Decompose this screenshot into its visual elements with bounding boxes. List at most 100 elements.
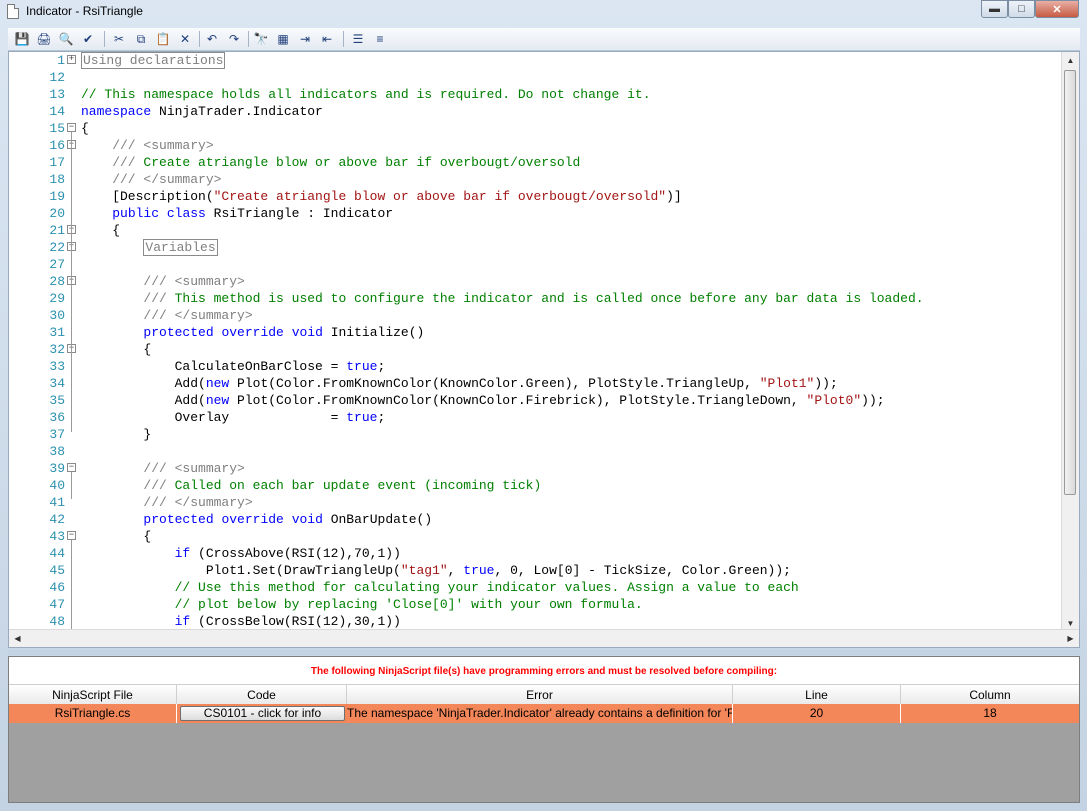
code-line[interactable]: 1 + Using declarations (9, 52, 1063, 69)
keyword: override (221, 325, 284, 340)
code-line[interactable]: 32− { (9, 341, 1063, 358)
copy-icon[interactable]: ⧉ (133, 31, 149, 47)
code-text: Add(new Plot(Color.FromKnownColor(KnownC… (81, 375, 838, 392)
code-line[interactable]: 47 // plot below by replacing 'Close[0]'… (9, 596, 1063, 613)
keyword: true (346, 359, 378, 374)
code-line[interactable]: 12 (9, 69, 1063, 86)
code-line[interactable]: 22+ Variables (9, 239, 1063, 256)
line-number: 29 (49, 291, 65, 306)
code-line[interactable]: 43− { (9, 528, 1063, 545)
column-header-code[interactable]: Code (177, 685, 347, 705)
code-token: Plot(Color.FromKnownColor(KnownColor.Fir… (229, 393, 807, 408)
code-line[interactable]: 27 (9, 256, 1063, 273)
error-line[interactable]: 20 (733, 704, 901, 723)
scroll-left-icon[interactable]: ◀ (9, 630, 26, 647)
column-header-file[interactable]: NinjaScript File (9, 685, 177, 705)
compile-icon[interactable]: ✔ (80, 31, 96, 47)
code-line[interactable]: 36 Overlay = true; (9, 409, 1063, 426)
error-code-button[interactable]: CS0101 - click for info (180, 706, 345, 721)
code-line[interactable]: 30 /// </summary> (9, 307, 1063, 324)
code-token: , (447, 563, 464, 578)
panel-splitter[interactable] (8, 650, 1080, 655)
expand-icon[interactable]: + (67, 55, 76, 64)
save-icon[interactable]: 💾 (14, 31, 30, 47)
print-icon[interactable]: 🖨 (36, 31, 52, 47)
code-line[interactable]: 28− /// <summary> (9, 273, 1063, 290)
code-text: /// </summary> (81, 495, 253, 510)
paste-icon[interactable]: 📋 (155, 31, 171, 47)
cut-icon[interactable]: ✂ (111, 31, 127, 47)
line-number: 47 (49, 597, 65, 612)
code-line[interactable]: 37 } (9, 426, 1063, 443)
close-button[interactable]: ✕ (1035, 0, 1079, 18)
undo-icon[interactable]: ↶ (204, 31, 220, 47)
code-line[interactable]: 15−{ (9, 120, 1063, 137)
collapsed-region-variables[interactable]: Variables (143, 239, 218, 256)
scrollbar-thumb[interactable] (1064, 70, 1076, 495)
column-header-column[interactable]: Column (901, 685, 1079, 705)
minimize-button[interactable]: ▬ (981, 0, 1008, 18)
code-line[interactable]: 38 (9, 443, 1063, 460)
keyword: class (166, 206, 206, 221)
maximize-button[interactable]: □ (1008, 0, 1035, 18)
code-line[interactable]: 42 protected override void OnBarUpdate() (9, 511, 1063, 528)
code-line[interactable]: 46 // Use this method for calculating yo… (9, 579, 1063, 596)
code-line[interactable]: 31 protected override void Initialize() (9, 324, 1063, 341)
find-replace-icon[interactable]: ▦ (275, 31, 291, 47)
outdent-icon[interactable]: ⇤ (319, 31, 335, 47)
code-line[interactable]: 17 /// Create atriangle blow or above ba… (9, 154, 1063, 171)
scroll-up-icon[interactable]: ▲ (1062, 52, 1079, 69)
code-line[interactable]: 29 /// This method is used to configure … (9, 290, 1063, 307)
scroll-right-icon[interactable]: ▶ (1062, 630, 1079, 647)
error-file[interactable]: RsiTriangle.cs (9, 704, 177, 723)
window-title: Indicator - RsiTriangle (26, 4, 143, 18)
code-token: (CrossAbove(RSI(12),70,1)) (190, 546, 401, 561)
code-line[interactable]: 19 [Description("Create atriangle blow o… (9, 188, 1063, 205)
indent-icon[interactable]: ⇥ (297, 31, 313, 47)
code-line[interactable]: 48 if (CrossBelow(RSI(12),30,1)) (9, 613, 1063, 630)
code-line[interactable]: 39− /// <summary> (9, 460, 1063, 477)
error-row[interactable]: RsiTriangle.cs CS0101 - click for info T… (9, 704, 1079, 723)
code-line[interactable]: 13 // This namespace holds all indicators… (9, 86, 1063, 103)
code-line[interactable]: 44 if (CrossAbove(RSI(12),70,1)) (9, 545, 1063, 562)
column-header-line[interactable]: Line (733, 685, 901, 705)
find-icon[interactable]: 🔭 (253, 31, 269, 47)
string-literal: "Plot1" (759, 376, 815, 391)
code-line[interactable]: 40 /// Called on each bar update event (… (9, 477, 1063, 494)
print-preview-icon[interactable]: 🔍 (58, 31, 74, 47)
collapse-icon[interactable]: − (67, 123, 76, 132)
horizontal-scrollbar[interactable]: ◀ ▶ (9, 629, 1079, 647)
keyword: void (291, 325, 323, 340)
title-bar[interactable]: Indicator - RsiTriangle ▬ □ ✕ (0, 0, 1087, 24)
uncomment-icon[interactable]: ≡ (372, 31, 388, 47)
error-column[interactable]: 18 (901, 704, 1079, 723)
code-line[interactable]: 34 Add(new Plot(Color.FromKnownColor(Kno… (9, 375, 1063, 392)
column-header-error[interactable]: Error (347, 685, 733, 705)
code-line[interactable]: 35 Add(new Plot(Color.FromKnownColor(Kno… (9, 392, 1063, 409)
code-token: Plot1.Set(DrawTriangleUp( (81, 563, 401, 578)
error-description[interactable]: The namespace 'NinjaTrader.Indicator' al… (347, 704, 733, 723)
code-line[interactable]: 45 Plot1.Set(DrawTriangleUp("tag1", true… (9, 562, 1063, 579)
line-number: 38 (49, 444, 65, 459)
collapse-icon[interactable]: − (67, 463, 76, 472)
keyword: protected (143, 512, 214, 527)
collapsed-region-using[interactable]: Using declarations (81, 52, 226, 69)
code-text: /// Create atriangle blow or above bar i… (81, 154, 580, 171)
string-literal: "Create atriangle blow or above bar if o… (213, 189, 667, 204)
code-line[interactable]: 16− /// <summary> (9, 137, 1063, 154)
line-number: 27 (49, 257, 65, 272)
code-line[interactable]: 41 /// </summary> (9, 494, 1063, 511)
code-line[interactable]: 33 CalculateOnBarClose = true; (9, 358, 1063, 375)
comment-icon[interactable]: ☰ (350, 31, 366, 47)
collapse-icon[interactable]: − (67, 531, 76, 540)
code-line[interactable]: 20 public class RsiTriangle : Indicator (9, 205, 1063, 222)
code-line[interactable]: 14 namespace NinjaTrader.Indicator (9, 103, 1063, 120)
code-text: [Description("Create atriangle blow or a… (81, 188, 682, 205)
code-line[interactable]: 21− { (9, 222, 1063, 239)
fold-guide (71, 472, 72, 499)
delete-icon[interactable]: ✕ (177, 31, 193, 47)
code-editor[interactable]: 1 + Using declarations 12 13 // This namesp… (8, 51, 1080, 648)
vertical-scrollbar[interactable]: ▲ ▼ (1061, 52, 1079, 632)
code-line[interactable]: 18 /// </summary> (9, 171, 1063, 188)
redo-icon[interactable]: ↷ (226, 31, 242, 47)
